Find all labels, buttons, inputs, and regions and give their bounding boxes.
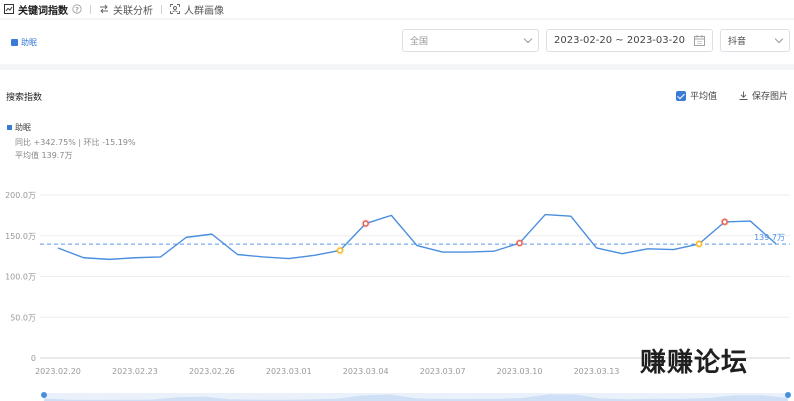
x-tick-label: 2023.03.07 (420, 367, 466, 376)
platform-value: 抖音 (728, 37, 747, 47)
highlight-point (721, 218, 728, 225)
tab-keyword-index[interactable]: 关键词指数 ? (0, 0, 90, 18)
filter-bar: 助眠 全国 2023-02-20 ~ 2023-03-20 抖音 (0, 20, 794, 64)
x-tick-label: 2023.03.13 (574, 367, 620, 376)
tab-label: 关联分析 (113, 5, 153, 17)
date-range-value: 2023-02-20 ~ 2023-03-20 (554, 35, 685, 46)
x-tick-label: 2023.03.10 (497, 367, 543, 376)
date-range-picker[interactable]: 2023-02-20 ~ 2023-03-20 (546, 29, 713, 52)
y-tick-label: 200.0万 (5, 191, 36, 200)
region-select[interactable]: 全国 (402, 29, 539, 52)
highlight-point (336, 247, 344, 254)
highlight-point (362, 220, 369, 227)
chevron-down-icon (523, 34, 533, 44)
x-tick-label: 2023.03.01 (266, 367, 312, 376)
range-slider-handle-left (41, 392, 47, 398)
x-tick-label: 2023.03.04 (343, 367, 389, 376)
tab-label: 关键词指数 (18, 5, 68, 17)
series-line (57, 213, 777, 261)
chevron-down-icon (774, 34, 784, 44)
x-tick-label: 2023.02.23 (112, 367, 158, 376)
y-tick-label: 50.0万 (10, 313, 36, 322)
tab-audience-profile[interactable]: 人群画像 (162, 0, 232, 18)
x-tick-label: 2023.02.26 (189, 367, 235, 376)
tab-related-analysis[interactable]: 关联分析 (91, 0, 161, 18)
platform-select[interactable]: 抖音 (720, 29, 790, 52)
watermark-text: 赚赚论坛 (640, 348, 749, 378)
keyword-label: 助眠 (21, 38, 37, 47)
y-tick-label: 0 (31, 354, 36, 363)
svg-text:?: ? (75, 5, 79, 13)
range-slider-handle-right (785, 392, 791, 398)
help-icon[interactable]: ? (72, 4, 82, 14)
person-frame-icon (170, 4, 180, 14)
search-index-panel: 搜索指数 平均值 保存图片 助眠 同比 +342.75% | 环比 -15.19… (0, 70, 794, 401)
y-tick-label: 150.0万 (5, 232, 36, 241)
keyword-chip[interactable]: 助眠 (11, 37, 37, 48)
chart-box-icon (4, 4, 14, 14)
y-tick-label: 100.0万 (5, 273, 36, 282)
highlight-point (516, 239, 523, 247)
link-arrows-icon (100, 4, 108, 14)
analysis-tab-bar: 关键词指数 ? 关联分析 人群画像 (0, 0, 794, 18)
calendar-icon (694, 35, 705, 46)
region-value: 全国 (410, 37, 429, 47)
highlight-point (695, 240, 703, 248)
tab-label: 人群画像 (184, 5, 224, 17)
x-tick-label: 2023.02.20 (35, 367, 81, 376)
keyword-color-swatch (11, 39, 18, 46)
